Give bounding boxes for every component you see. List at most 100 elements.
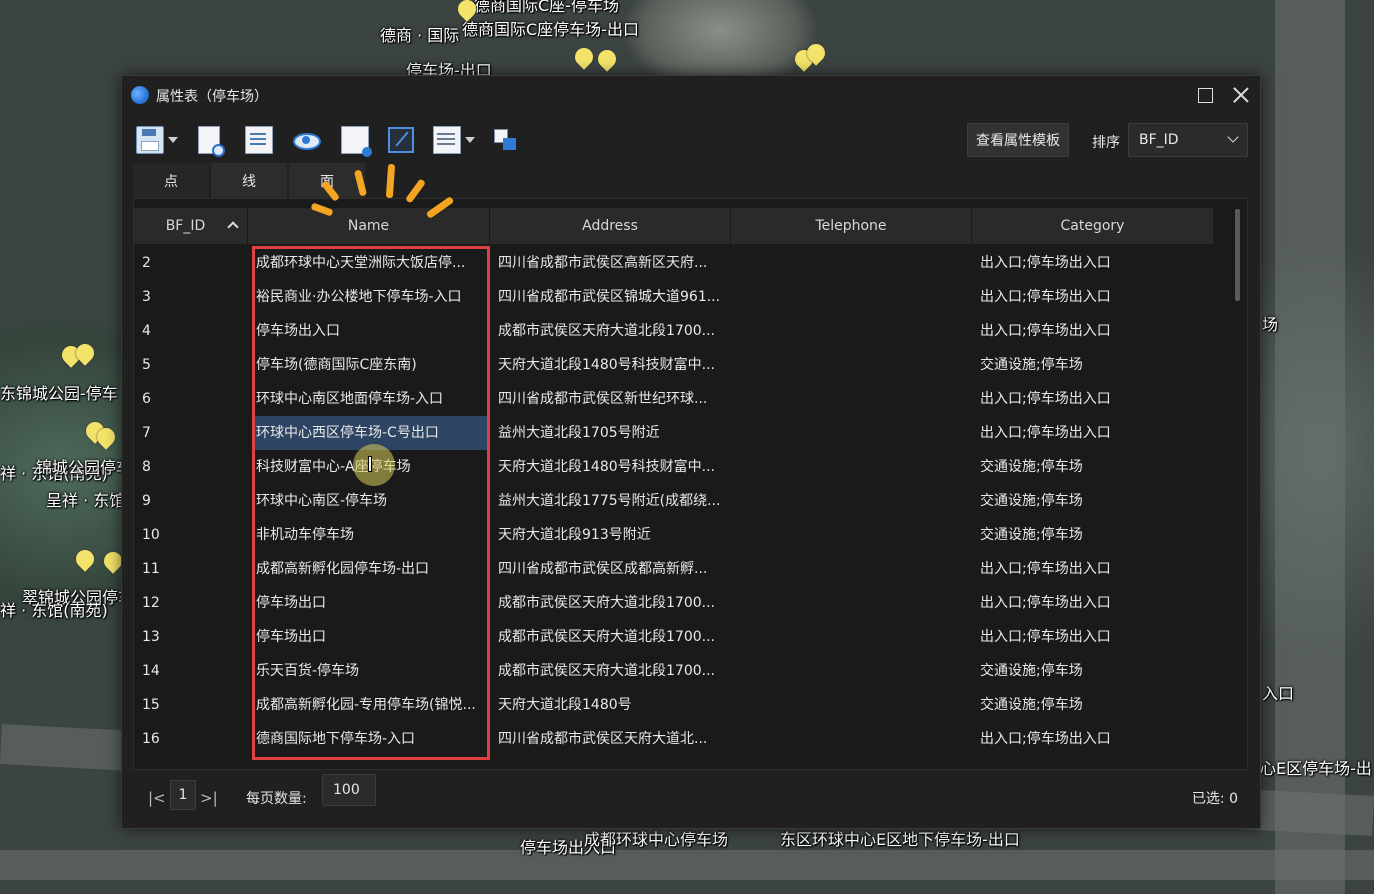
cell-category[interactable]: 出入口;停车场出入口 [976, 552, 1212, 586]
cell-bf-id[interactable]: 7 [142, 416, 242, 450]
cell-name[interactable]: 成都高新孵化园-专用停车场(锦悦... [252, 688, 488, 722]
cell-telephone[interactable] [735, 382, 971, 416]
cell-category[interactable]: 交通设施;停车场 [976, 654, 1212, 688]
cell-bf-id[interactable]: 16 [142, 722, 242, 756]
cell-address[interactable]: 四川省成都市武侯区成都高新孵... [494, 552, 730, 586]
column-header-bf-id[interactable]: BF_ID [134, 208, 248, 244]
table-row[interactable]: 8 科技财富中心-A座停车场 天府大道北段1480号科技财富中... 交通设施;停车场 [134, 450, 1234, 484]
cell-telephone[interactable] [735, 314, 971, 348]
save-button[interactable] [136, 124, 178, 156]
table-row[interactable]: 5 停车场(德商国际C座东南) 天府大道北段1480号科技财富中... 交通设施;停车… [134, 348, 1234, 382]
table-row[interactable]: 15 成都高新孵化园-专用停车场(锦悦... 天府大道北段1480号 交通设施;停车场 [134, 688, 1234, 722]
properties-button[interactable] [341, 124, 372, 157]
current-page[interactable]: 1 [170, 780, 196, 810]
cell-address[interactable]: 益州大道北段1775号附近(成都绕... [494, 484, 730, 518]
table-row[interactable]: 3 裕民商业·办公楼地下停车场-入口 四川省成都市武侯区锦城大道961... 出入口;… [134, 280, 1234, 314]
cell-bf-id[interactable]: 11 [142, 552, 242, 586]
cell-name[interactable]: 停车场(德商国际C座东南) [252, 348, 488, 382]
cell-address[interactable]: 天府大道北段1480号科技财富中... [494, 348, 730, 382]
map-pin-icon[interactable] [97, 428, 115, 452]
cell-category[interactable]: 出入口;停车场出入口 [976, 722, 1212, 756]
table-row[interactable]: 6 环球中心南区地面停车场-入口 四川省成都市武侯区新世纪环球... 出入口;停车场出… [134, 382, 1234, 416]
cell-address[interactable]: 四川省成都市武侯区锦城大道961... [494, 280, 730, 314]
table-row[interactable]: 2 成都环球中心天堂洲际大饭店停... 四川省成都市武侯区高新区天府... 出入口;停… [134, 246, 1234, 280]
cell-name[interactable]: 停车场出口 [252, 620, 488, 654]
cell-category[interactable]: 出入口;停车场出入口 [976, 280, 1212, 314]
table-row[interactable]: 11 成都高新孵化园停车场-出口 四川省成都市武侯区成都高新孵... 出入口;停车场出… [134, 552, 1234, 586]
cell-address[interactable]: 四川省成都市武侯区天府大道北... [494, 722, 730, 756]
cell-telephone[interactable] [735, 586, 971, 620]
cell-bf-id[interactable]: 13 [142, 620, 242, 654]
cell-address[interactable]: 四川省成都市武侯区高新区天府... [494, 246, 730, 280]
table-options-button[interactable] [433, 124, 475, 156]
sort-dropdown[interactable]: BF_ID [1128, 123, 1248, 157]
cell-telephone[interactable] [735, 484, 971, 518]
tab-point[interactable]: 点 [133, 163, 209, 198]
cell-bf-id[interactable]: 10 [142, 518, 242, 552]
cell-bf-id[interactable]: 9 [142, 484, 242, 518]
cell-category[interactable]: 出入口;停车场出入口 [976, 586, 1212, 620]
cell-category[interactable]: 出入口;停车场出入口 [976, 416, 1212, 450]
cell-telephone[interactable] [735, 416, 971, 450]
cell-telephone[interactable] [735, 246, 971, 280]
column-header-name[interactable]: Name [248, 208, 490, 244]
table-row[interactable]: 9 环球中心南区-停车场 益州大道北段1775号附近(成都绕... 交通设施;停车场 [134, 484, 1234, 518]
cell-address[interactable]: 天府大道北段913号附近 [494, 518, 730, 552]
cell-telephone[interactable] [735, 552, 971, 586]
map-pin-icon[interactable] [598, 50, 616, 74]
cell-bf-id[interactable]: 14 [142, 654, 242, 688]
select-features-button[interactable] [388, 124, 414, 156]
cell-address[interactable]: 天府大道北段1480号 [494, 688, 730, 722]
cell-category[interactable]: 交通设施;停车场 [976, 348, 1212, 382]
cell-name[interactable]: 环球中心南区地面停车场-入口 [252, 382, 488, 416]
table-row[interactable]: 14 乐天百货-停车场 成都市武侯区天府大道北段1700... 交通设施;停车场 [134, 654, 1234, 688]
cell-name[interactable]: 停车场出口 [252, 586, 488, 620]
first-page-button[interactable]: |< [148, 789, 166, 807]
cell-telephone[interactable] [735, 688, 971, 722]
cell-telephone[interactable] [735, 348, 971, 382]
cell-category[interactable]: 出入口;停车场出入口 [976, 382, 1212, 416]
table-row[interactable]: 16 德商国际地下停车场-入口 四川省成都市武侯区天府大道北... 出入口;停车场出入… [134, 722, 1234, 756]
cell-category[interactable]: 交通设施;停车场 [976, 518, 1212, 552]
vertical-scrollbar[interactable] [1235, 209, 1240, 301]
cell-telephone[interactable] [735, 620, 971, 654]
cell-bf-id[interactable]: 4 [142, 314, 242, 348]
query-button[interactable] [198, 124, 225, 157]
field-list-button[interactable] [245, 124, 273, 156]
column-header-address[interactable]: Address [490, 208, 731, 244]
column-header-category[interactable]: Category [972, 208, 1214, 244]
cell-address[interactable]: 天府大道北段1480号科技财富中... [494, 450, 730, 484]
last-page-button[interactable]: >| [200, 789, 218, 807]
cell-category[interactable]: 交通设施;停车场 [976, 484, 1212, 518]
cell-name[interactable]: 成都高新孵化园停车场-出口 [252, 552, 488, 586]
cell-address[interactable]: 成都市武侯区天府大道北段1700... [494, 586, 730, 620]
cell-bf-id[interactable]: 2 [142, 246, 242, 280]
table-row[interactable]: 4 停车场出入口 成都市武侯区天府大道北段1700... 出入口;停车场出入口 [134, 314, 1234, 348]
cell-address[interactable]: 成都市武侯区天府大道北段1700... [494, 620, 730, 654]
cell-category[interactable]: 交通设施;停车场 [976, 450, 1212, 484]
title-bar[interactable]: 属性表（停车场） [122, 76, 1260, 114]
per-page-input[interactable]: 100 [322, 774, 376, 806]
cell-name[interactable]: 裕民商业·办公楼地下停车场-入口 [252, 280, 488, 314]
cell-name[interactable]: 环球中心南区-停车场 [252, 484, 488, 518]
map-pin-icon[interactable] [458, 0, 476, 24]
map-pin-icon[interactable] [807, 44, 825, 68]
column-header-telephone[interactable]: Telephone [731, 208, 972, 244]
cell-category[interactable]: 出入口;停车场出入口 [976, 620, 1212, 654]
maximize-button[interactable] [1188, 80, 1222, 110]
cell-name[interactable]: 停车场出入口 [252, 314, 488, 348]
cell-bf-id[interactable]: 6 [142, 382, 242, 416]
cell-bf-id[interactable]: 8 [142, 450, 242, 484]
cell-bf-id[interactable]: 15 [142, 688, 242, 722]
cell-address[interactable]: 四川省成都市武侯区新世纪环球... [494, 382, 730, 416]
cell-telephone[interactable] [735, 518, 971, 552]
map-pin-icon[interactable] [104, 552, 122, 576]
cell-name[interactable]: 德商国际地下停车场-入口 [252, 722, 488, 756]
map-pin-icon[interactable] [76, 344, 94, 368]
cell-category[interactable]: 出入口;停车场出入口 [976, 246, 1212, 280]
cell-telephone[interactable] [735, 654, 971, 688]
cell-address[interactable]: 益州大道北段1705号附近 [494, 416, 730, 450]
cell-bf-id[interactable]: 5 [142, 348, 242, 382]
view-attribute-template-button[interactable]: 查看属性模板 [967, 123, 1069, 157]
cell-name[interactable]: 成都环球中心天堂洲际大饭店停... [252, 246, 488, 280]
